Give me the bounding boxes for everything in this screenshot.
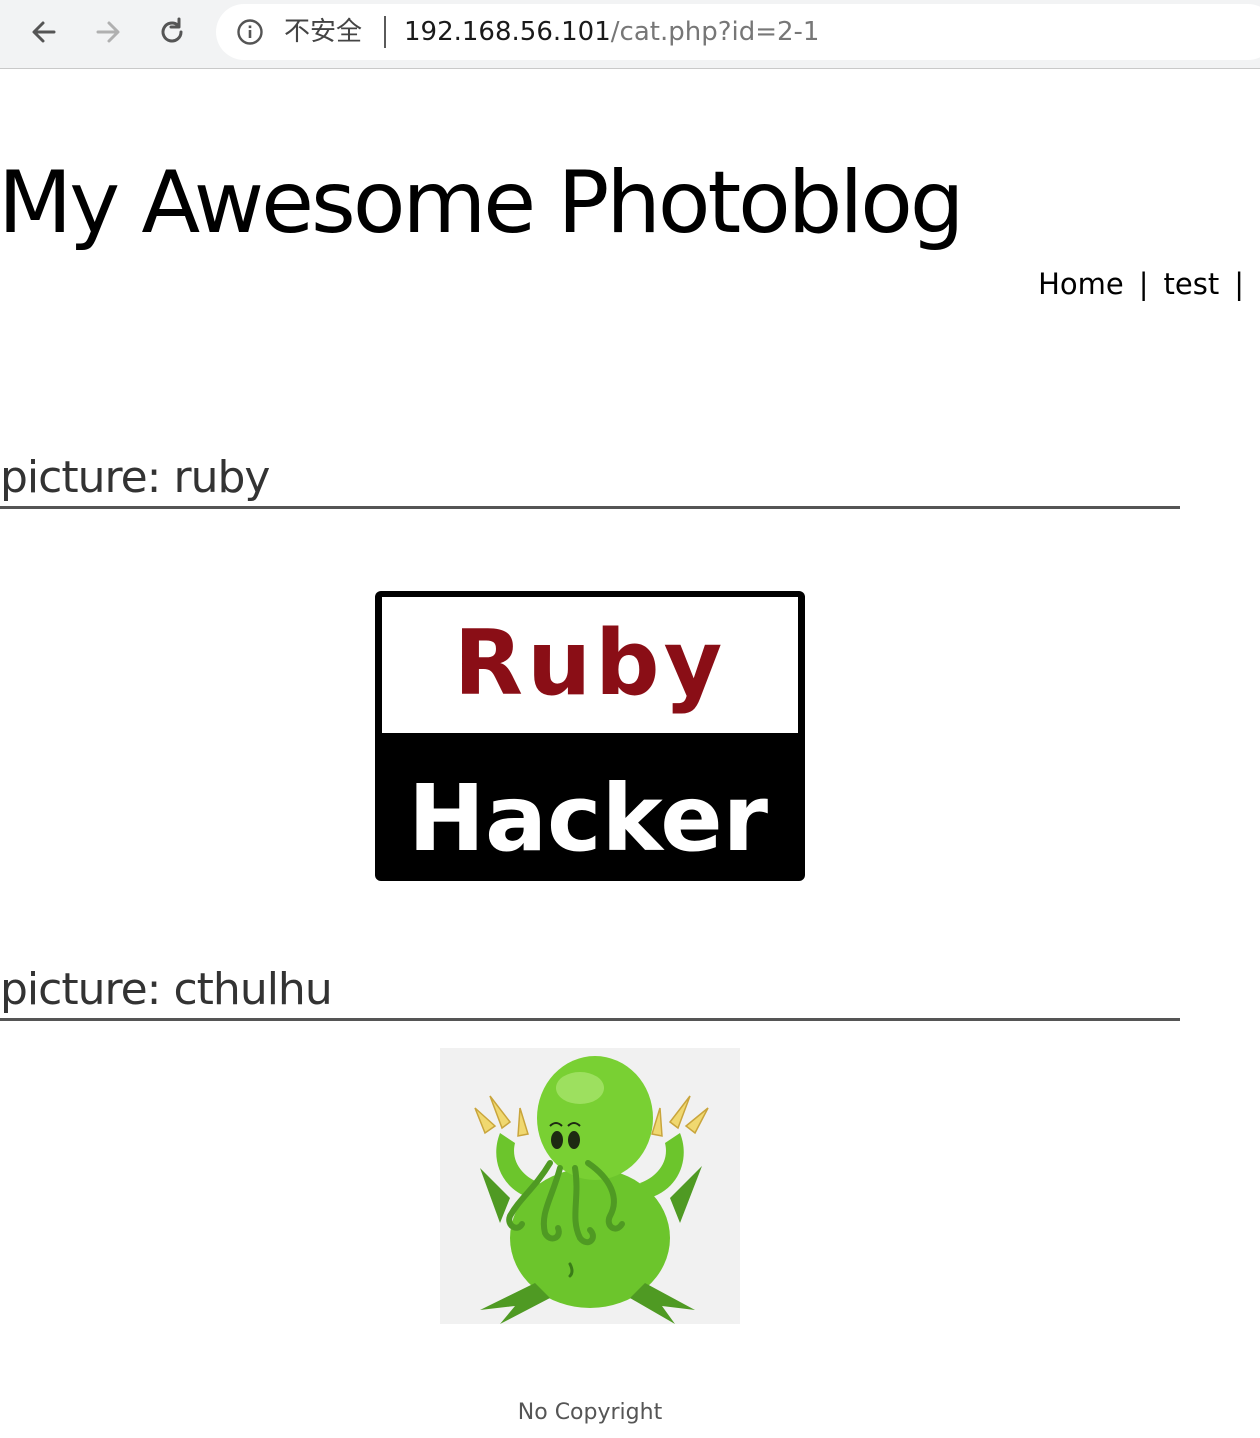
browser-toolbar: 不安全 192.168.56.101/cat.php?id=2-1 [0, 0, 1260, 69]
address-bar[interactable]: 不安全 192.168.56.101/cat.php?id=2-1 [216, 4, 1260, 60]
main-menu: Home | test | [1038, 266, 1244, 302]
reload-button[interactable] [152, 12, 192, 52]
cthulhu-image[interactable] [440, 1048, 740, 1324]
info-icon[interactable] [236, 18, 264, 46]
menu-item-test[interactable]: test [1164, 267, 1220, 301]
ruby-hacker-image[interactable]: Ruby Hacker [374, 590, 806, 882]
back-button[interactable] [24, 12, 64, 52]
omnibox-divider [384, 16, 386, 48]
picture-heading-cthulhu: picture: cthulhu [0, 964, 1180, 1021]
url-text[interactable]: 192.168.56.101/cat.php?id=2-1 [404, 16, 819, 48]
menu-separator: | [1234, 267, 1244, 301]
site-title: My Awesome Photoblog [0, 153, 964, 253]
menu-separator: | [1138, 267, 1149, 301]
url-host: 192.168.56.101 [404, 17, 611, 47]
forward-button[interactable] [88, 12, 128, 52]
ruby-image-bottom-text: Hacker [408, 765, 769, 872]
arrow-left-icon [32, 21, 56, 43]
footer-text: No Copyright [517, 1400, 663, 1425]
picture-heading-ruby: picture: ruby [0, 452, 1180, 509]
security-status[interactable]: 不安全 [284, 17, 362, 47]
url-path: /cat.php?id=2-1 [610, 17, 820, 47]
menu-item-home[interactable]: Home [1038, 267, 1124, 301]
reload-icon [161, 17, 183, 43]
ruby-image-top-text: Ruby [454, 611, 726, 716]
arrow-right-icon [96, 21, 120, 43]
